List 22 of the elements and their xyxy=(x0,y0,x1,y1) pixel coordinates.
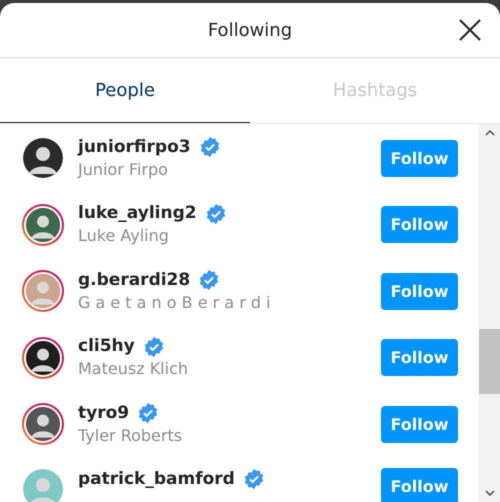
username[interactable]: cli5hy xyxy=(78,335,135,358)
close-icon[interactable] xyxy=(458,18,482,42)
full-name: Luke Ayling xyxy=(78,225,170,248)
scroll-down-icon[interactable] xyxy=(484,490,494,496)
avatar[interactable] xyxy=(22,137,64,180)
username[interactable]: patrick_bamford xyxy=(78,468,235,490)
scroll-thumb[interactable] xyxy=(479,329,500,394)
avatar[interactable] xyxy=(22,403,64,446)
full-name: Junior Firpo xyxy=(78,158,169,181)
scroll-up-icon[interactable] xyxy=(484,130,494,136)
full-name: Tyler Roberts xyxy=(78,424,184,447)
full-name: Mateusz Klich xyxy=(78,358,190,380)
username[interactable]: tyro9 xyxy=(78,402,130,425)
username[interactable]: juniorfirpo3 xyxy=(78,136,191,159)
username[interactable]: luke_ayling2 xyxy=(78,202,197,226)
tab[interactable]: People xyxy=(0,58,250,123)
dialog-title: Following xyxy=(208,20,292,40)
username[interactable]: g.berardi28 xyxy=(78,268,190,292)
avatar[interactable] xyxy=(22,336,64,379)
full-name: G a e t a n o B e r a r d i xyxy=(78,292,272,314)
scrollbar[interactable] xyxy=(479,124,500,502)
avatar[interactable] xyxy=(22,204,64,246)
